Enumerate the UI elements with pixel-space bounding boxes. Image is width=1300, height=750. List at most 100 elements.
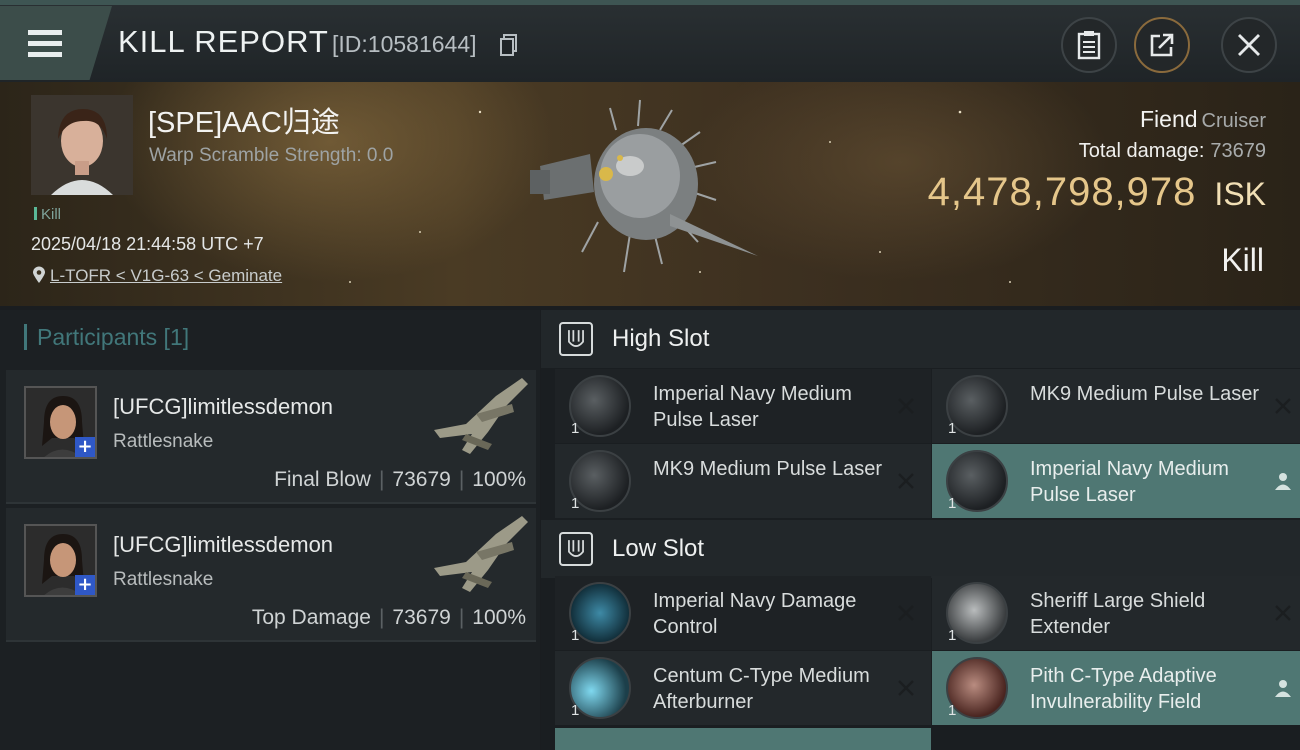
participant-stats: Final Blow | 73679 | 100%	[274, 468, 526, 492]
menu-icon	[28, 30, 62, 60]
kill-tag: Kill	[34, 206, 61, 223]
victim-name[interactable]: [SPE]AAC归途	[148, 99, 340, 141]
destroyed-x-icon	[898, 680, 914, 696]
high-slot-header: High Slot	[541, 310, 1300, 368]
participant-card[interactable]: + [UFCG]limitlessdemon Rattlesnake Final…	[6, 370, 536, 504]
avatar[interactable]: +	[24, 524, 97, 597]
module-quantity: 1	[571, 495, 580, 512]
module-item[interactable]: 1 Pith C-Type Adaptive Invulnerability F…	[932, 651, 1300, 725]
module-quantity: 1	[948, 627, 957, 644]
copy-icon[interactable]	[500, 34, 518, 56]
participant-card[interactable]: + [UFCG]limitlessdemon Rattlesnake Top D…	[6, 508, 536, 642]
participant-damage: 73679	[392, 468, 451, 491]
module-item-partial[interactable]	[555, 728, 931, 750]
module-name: Imperial Navy Medium Pulse Laser	[653, 383, 852, 431]
participants-header[interactable]: Participants [1]	[24, 324, 189, 351]
share-button[interactable]	[1134, 17, 1190, 73]
module-quantity: 1	[571, 420, 580, 437]
page-title: KILL REPORT	[118, 24, 329, 59]
result-label: Kill	[1221, 242, 1264, 278]
slot-icon	[559, 322, 593, 356]
total-damage: Total damage: 73679	[1079, 140, 1266, 163]
module-quantity: 1	[948, 495, 957, 512]
total-damage-label: Total damage:	[1078, 140, 1205, 162]
plus-icon: +	[75, 437, 95, 457]
victim-summary: [SPE]AAC归途 Warp Scramble Strength: 0.0 K…	[0, 82, 1300, 306]
module-item[interactable]: 1 Imperial Navy Medium Pulse Laser	[932, 444, 1300, 518]
participant-role: Final Blow	[274, 468, 371, 491]
total-damage-value: 73679	[1210, 140, 1266, 162]
avatar[interactable]: +	[24, 386, 97, 459]
module-item[interactable]: 1 MK9 Medium Pulse Laser	[555, 444, 931, 518]
module-quantity: 1	[948, 420, 957, 437]
close-button[interactable]	[1221, 17, 1277, 73]
header-bar: KILL REPORT [ID:10581644]	[0, 0, 1300, 82]
dropped-person-icon	[1275, 680, 1291, 697]
victim-portrait-image	[31, 95, 133, 195]
participant-ship: Rattlesnake	[113, 569, 214, 590]
report-id: [ID:10581644]	[332, 31, 477, 57]
isk-value-row: 4,478,798,978 ISK	[928, 170, 1266, 215]
module-name: MK9 Medium Pulse Laser	[1030, 383, 1259, 405]
location-pin-icon	[33, 266, 45, 283]
module-name: Sheriff Large Shield Extender	[1030, 590, 1206, 638]
participant-role: Top Damage	[251, 606, 371, 629]
divider: |	[378, 468, 385, 491]
module-name: Imperial Navy Damage Control	[653, 590, 857, 638]
module-name: Imperial Navy Medium Pulse Laser	[1030, 458, 1229, 506]
participants-panel: Participants [1] + [UFCG]limitlessdemon …	[0, 310, 540, 750]
low-slot-header: Low Slot	[541, 520, 1300, 578]
divider: |	[458, 468, 465, 491]
plus-icon: +	[75, 575, 95, 595]
ship-class: Cruiser	[1201, 110, 1266, 132]
isk-value: 4,478,798,978	[927, 170, 1197, 214]
fitting-panel: High Slot 1 Imperial Navy Medium Pulse L…	[541, 310, 1300, 750]
rattlesnake-ship-image	[434, 516, 528, 592]
module-quantity: 1	[571, 627, 580, 644]
participant-name[interactable]: [UFCG]limitlessdemon	[113, 394, 333, 420]
participant-name[interactable]: [UFCG]limitlessdemon	[113, 532, 333, 558]
divider: |	[378, 606, 385, 629]
clipboard-icon	[1077, 31, 1101, 60]
module-name: Pith C-Type Adaptive Invulnerability Fie…	[1030, 665, 1217, 713]
destroyed-x-icon	[898, 473, 914, 489]
clipboard-button[interactable]	[1061, 17, 1117, 73]
participant-percent: 100%	[472, 606, 526, 629]
participant-stats: Top Damage | 73679 | 100%	[252, 606, 526, 630]
kill-location[interactable]: L-TOFR < V1G-63 < Geminate	[32, 266, 282, 286]
module-item[interactable]: 1 Imperial Navy Damage Control	[555, 576, 931, 650]
warp-scramble-strength: Warp Scramble Strength: 0.0	[149, 145, 394, 166]
module-item[interactable]: 1 Sheriff Large Shield Extender	[932, 576, 1300, 650]
module-quantity: 1	[571, 702, 580, 719]
destroyed-x-icon	[1275, 605, 1291, 621]
close-icon	[1238, 34, 1260, 56]
destroyed-x-icon	[898, 605, 914, 621]
high-slot-title: High Slot	[612, 325, 710, 352]
menu-button[interactable]	[0, 6, 112, 80]
share-icon	[1150, 33, 1174, 57]
victim-portrait[interactable]	[31, 95, 133, 195]
rattlesnake-ship-image	[434, 378, 528, 454]
module-quantity: 1	[948, 702, 957, 719]
slot-icon	[559, 532, 593, 566]
module-name: Centum C-Type Medium Afterburner	[653, 665, 870, 713]
divider: |	[458, 606, 465, 629]
fiend-ship-image	[530, 99, 758, 273]
module-item[interactable]: 1 MK9 Medium Pulse Laser	[932, 369, 1300, 443]
dropped-person-icon	[1275, 473, 1291, 490]
participant-damage: 73679	[392, 606, 451, 629]
module-name: MK9 Medium Pulse Laser	[653, 458, 882, 480]
destroyed-x-icon	[898, 398, 914, 414]
isk-unit: ISK	[1214, 176, 1266, 212]
participant-ship: Rattlesnake	[113, 431, 214, 452]
participant-percent: 100%	[472, 468, 526, 491]
module-item[interactable]: 1 Centum C-Type Medium Afterburner	[555, 651, 931, 725]
kill-datetime: 2025/04/18 21:44:58 UTC +7	[31, 234, 264, 254]
destroyed-x-icon	[1275, 398, 1291, 414]
ship-name: Fiend	[1140, 106, 1198, 132]
victim-ship[interactable]: Fiend Cruiser	[1140, 106, 1266, 133]
module-item[interactable]: 1 Imperial Navy Medium Pulse Laser	[555, 369, 931, 443]
header-topline	[0, 0, 1300, 5]
low-slot-title: Low Slot	[612, 535, 705, 562]
location-text[interactable]: L-TOFR < V1G-63 < Geminate	[50, 266, 282, 285]
